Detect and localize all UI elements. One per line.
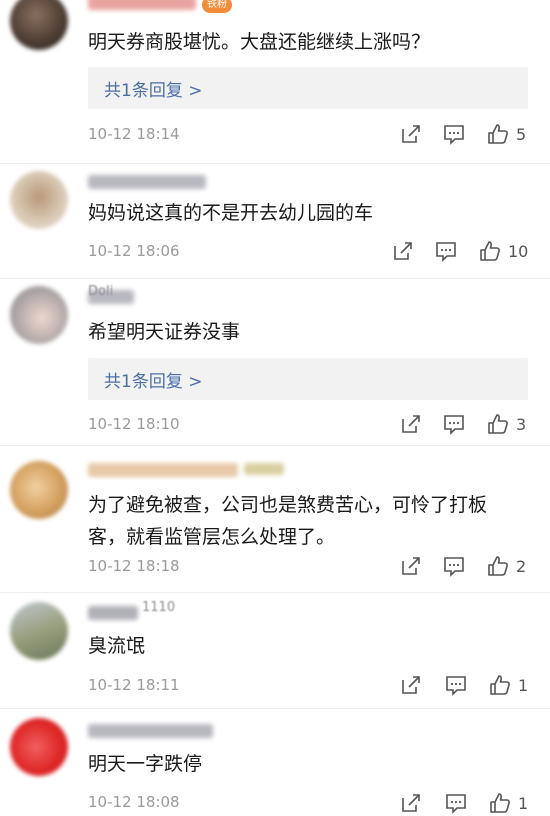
comment-icon[interactable] (445, 792, 467, 814)
comment-text: 妈妈说这真的不是开去幼儿园的车 (88, 202, 374, 224)
comment-text-line: 客，就看监管层怎么处理了。 (88, 526, 336, 548)
comment-actions: 1 (400, 674, 550, 698)
timestamp: 10-12 18:11 (88, 676, 180, 694)
comment-icon[interactable] (445, 674, 467, 696)
divider (0, 445, 550, 446)
username-blurred[interactable] (88, 0, 196, 10)
comment-icon[interactable] (443, 413, 465, 435)
like-icon[interactable] (487, 413, 509, 435)
like-count: 1 (518, 676, 529, 695)
reply-box[interactable]: 共1条回复 > (88, 358, 528, 400)
comment-item: 希望明天证券没事 共1条回复 > 10-12 18:10 3 Doli (0, 280, 550, 440)
avatar[interactable] (10, 171, 68, 229)
timestamp: 10-12 18:18 (88, 557, 180, 575)
timestamp: 10-12 18:10 (88, 415, 180, 433)
comment-icon[interactable] (443, 123, 465, 145)
reply-count-link[interactable]: 共1条回复 > (104, 76, 202, 101)
like-count: 5 (516, 125, 527, 144)
comment-text: 希望明天证券没事 (88, 321, 241, 343)
comment-text: 臭流氓 (88, 635, 146, 657)
comment-actions: 10 (394, 240, 550, 264)
share-icon[interactable] (400, 413, 422, 435)
avatar[interactable] (10, 718, 68, 776)
username[interactable]: 1110 (142, 600, 175, 615)
comment-item: 明天一字跌停 10-12 18:08 1 (0, 710, 550, 814)
divider (0, 708, 550, 709)
share-icon[interactable] (400, 555, 422, 577)
username-blurred[interactable] (88, 463, 238, 477)
username-blurred[interactable] (88, 724, 213, 738)
like-icon[interactable] (487, 123, 509, 145)
divider (0, 278, 550, 279)
like-count: 1 (518, 794, 529, 813)
username-blurred (244, 463, 284, 475)
avatar[interactable] (10, 0, 68, 50)
avatar[interactable] (10, 461, 68, 519)
like-count: 3 (516, 415, 527, 434)
like-icon[interactable] (487, 555, 509, 577)
like-count: 10 (508, 242, 529, 261)
comment-item: 1110 臭流氓 10-12 18:11 1 (0, 594, 550, 704)
comment-icon[interactable] (443, 555, 465, 577)
like-icon[interactable] (479, 240, 501, 262)
comment-text-line: 为了避免被查，公司也是煞费苦心，可怜了打板 (88, 494, 488, 516)
username-blurred[interactable] (88, 606, 138, 620)
comment-item: 为了避免被查，公司也是煞费苦心，可怜了打板 客，就看监管层怎么处理了。 10-1… (0, 447, 550, 587)
share-icon[interactable] (400, 792, 422, 814)
like-count: 2 (516, 557, 527, 576)
like-icon[interactable] (489, 792, 511, 814)
comment-actions: 3 (400, 413, 550, 437)
reply-box[interactable]: 共1条回复 > (88, 67, 528, 109)
reply-count-link[interactable]: 共1条回复 > (104, 367, 202, 392)
divider (0, 592, 550, 593)
username[interactable]: Doli (88, 284, 113, 299)
share-icon[interactable] (400, 123, 422, 145)
divider (0, 163, 550, 164)
comment-actions: 1 (400, 792, 550, 816)
timestamp: 10-12 18:06 (88, 242, 180, 260)
timestamp: 10-12 18:14 (88, 125, 180, 143)
comment-icon[interactable] (435, 240, 457, 262)
fan-badge: 铁粉 (202, 0, 232, 13)
timestamp: 10-12 18:08 (88, 793, 180, 811)
avatar[interactable] (10, 286, 68, 344)
share-icon[interactable] (392, 240, 414, 262)
like-icon[interactable] (489, 674, 511, 696)
comment-item: 妈妈说这真的不是开去幼儿园的车 10-12 18:06 10 (0, 165, 550, 275)
avatar[interactable] (10, 602, 68, 660)
comment-item: 铁粉 明天券商股堪忧。大盘还能继续上涨吗？ 共1条回复 > 10-12 18:1… (0, 0, 550, 155)
comment-text: 明天券商股堪忧。大盘还能继续上涨吗？ (88, 31, 431, 53)
comment-actions: 2 (400, 555, 550, 579)
comment-text: 明天一字跌停 (88, 753, 203, 775)
username-blurred[interactable] (88, 175, 206, 189)
comment-actions: 5 (400, 123, 550, 147)
share-icon[interactable] (400, 674, 422, 696)
